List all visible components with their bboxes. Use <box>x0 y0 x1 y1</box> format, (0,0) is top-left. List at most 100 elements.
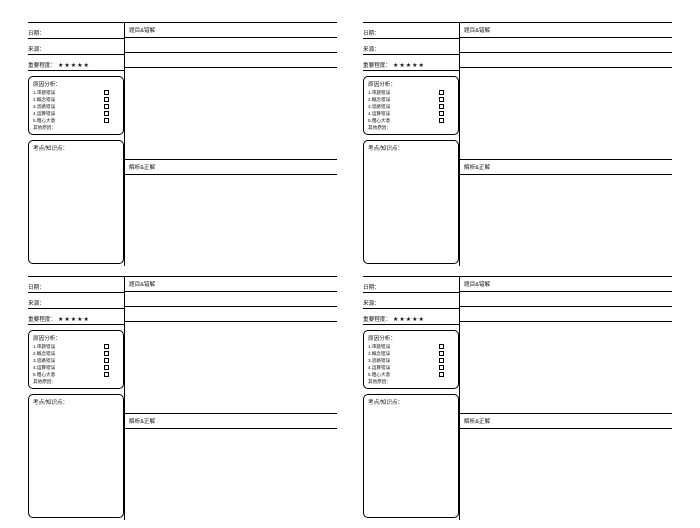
star-icon: ★ <box>58 317 63 323</box>
checkbox-icon[interactable] <box>439 90 444 95</box>
question-area <box>125 322 337 413</box>
reason-item: 3.思路错误 <box>368 103 454 110</box>
checkbox-icon[interactable] <box>104 358 109 363</box>
checkbox-icon[interactable] <box>439 111 444 116</box>
notes-title: 考点/知识点： <box>368 144 454 152</box>
reason-checklist: 1.审题错误2.概念错误3.思路错误4.运算错误5.粗心大意 <box>368 89 454 124</box>
reason-checklist: 1.审题错误2.概念错误3.思路错误4.运算错误5.粗心大意 <box>33 343 119 378</box>
date-label: 日期： <box>363 31 380 37</box>
source-label: 来源： <box>363 47 380 53</box>
reason-item: 2.概念错误 <box>368 96 454 103</box>
reason-analysis-title: 原因分析： <box>33 80 119 88</box>
reason-analysis-title: 原因分析： <box>368 80 454 88</box>
reason-analysis-panel: 原因分析：1.审题错误2.概念错误3.思路错误4.运算错误5.粗心大意其他原因： <box>28 330 124 389</box>
checkbox-icon[interactable] <box>104 365 109 370</box>
source-row: 来源： <box>363 39 459 55</box>
other-reason-label: 其他原因： <box>33 125 119 131</box>
reason-item: 5.粗心大意 <box>33 117 119 124</box>
checkbox-icon[interactable] <box>439 365 444 370</box>
importance-label: 重要程度： <box>28 317 56 323</box>
star-icon: ★ <box>84 317 89 323</box>
reason-text: 5.粗心大意 <box>33 118 55 124</box>
reason-text: 2.概念错误 <box>33 351 55 357</box>
checkbox-icon[interactable] <box>439 358 444 363</box>
star-icon: ★ <box>412 317 417 323</box>
question-area <box>460 68 672 159</box>
reason-text: 3.思路错误 <box>33 104 55 110</box>
checkbox-icon[interactable] <box>104 351 109 356</box>
importance-label: 重要程度： <box>363 317 391 323</box>
importance-row: 重要程度：★★★★★ <box>363 55 459 71</box>
checkbox-icon[interactable] <box>439 351 444 356</box>
ruled-line <box>125 38 337 53</box>
date-label: 日期： <box>28 31 45 37</box>
checkbox-icon[interactable] <box>104 372 109 377</box>
reason-item: 1.审题错误 <box>33 89 119 96</box>
reason-item: 2.概念错误 <box>368 350 454 357</box>
notes-title: 考点/知识点： <box>368 398 454 406</box>
checkbox-icon[interactable] <box>104 118 109 123</box>
importance-stars: ★★★★★ <box>58 317 89 323</box>
reason-text: 1.审题错误 <box>368 344 390 350</box>
star-icon: ★ <box>406 63 411 69</box>
importance-label: 重要程度： <box>363 63 391 69</box>
reason-text: 4.运算错误 <box>33 365 55 371</box>
star-icon: ★ <box>393 63 398 69</box>
notes-title: 考点/知识点： <box>33 398 119 406</box>
question-header: 题目&错解 <box>125 22 337 38</box>
reason-item: 1.审题错误 <box>368 89 454 96</box>
ruled-line <box>460 307 672 322</box>
solution-header-label: 解析&正解 <box>464 417 490 425</box>
reason-text: 2.概念错误 <box>368 97 390 103</box>
star-icon: ★ <box>58 63 63 69</box>
content-column: 题目&错解解析&正解 <box>124 22 337 266</box>
error-entry-block: 日期： 来源：重要程度：★★★★★ 原因分析：1.审题错误2.概念错误3.思路错误4… <box>28 22 337 266</box>
question-area <box>460 322 672 413</box>
question-header: 题目&错解 <box>125 276 337 292</box>
meta-column: 日期：来源：重要程度：★★★★★原因分析：1.审题错误2.概念错误3.思路错误4… <box>363 22 459 266</box>
reason-text: 4.运算错误 <box>33 111 55 117</box>
source-row: 来源： <box>28 293 124 309</box>
source-row: 来源： <box>28 39 124 55</box>
meta-column: 日期： 来源：重要程度：★★★★★ 原因分析：1.审题错误2.概念错误3.思路错误4… <box>28 22 124 266</box>
notes-panel: 考点/知识点： <box>363 394 459 518</box>
importance-row: 重要程度：★★★★★ <box>28 55 124 71</box>
ruled-line <box>460 53 672 68</box>
solution-header: 解析&正解 <box>460 413 672 429</box>
star-icon: ★ <box>399 317 404 323</box>
star-icon: ★ <box>406 317 411 323</box>
reason-text: 1.审题错误 <box>368 90 390 96</box>
date-row: 日期： <box>28 276 124 293</box>
reason-item: 2.概念错误 <box>33 350 119 357</box>
checkbox-icon[interactable] <box>104 104 109 109</box>
star-icon: ★ <box>419 317 424 323</box>
checkbox-icon[interactable] <box>439 97 444 102</box>
checkbox-icon[interactable] <box>104 111 109 116</box>
checkbox-icon[interactable] <box>104 344 109 349</box>
reason-text: 5.粗心大意 <box>368 372 390 378</box>
reason-item: 5.粗心大意 <box>33 371 119 378</box>
reason-checklist: 1.审题错误2.概念错误3.思路错误4.运算错误5.粗心大意 <box>33 89 119 124</box>
star-icon: ★ <box>77 317 82 323</box>
reason-text: 4.运算错误 <box>368 111 390 117</box>
reason-analysis-panel: 原因分析：1.审题错误2.概念错误3.思路错误4.运算错误5.粗心大意其他原因： <box>28 76 124 135</box>
checkbox-icon[interactable] <box>104 90 109 95</box>
checkbox-icon[interactable] <box>439 372 444 377</box>
question-header-label: 题目&错解 <box>464 280 490 288</box>
checkbox-icon[interactable] <box>439 104 444 109</box>
other-reason-label: 其他原因： <box>33 379 119 385</box>
error-entry-block: 日期：来源：重要程度：★★★★★原因分析：1.审题错误2.概念错误3.思路错误4… <box>363 276 672 520</box>
checkbox-icon[interactable] <box>439 344 444 349</box>
importance-row: 重要程度：★★★★★ <box>28 309 124 325</box>
reason-item: 2.概念错误 <box>33 96 119 103</box>
checkbox-icon[interactable] <box>104 97 109 102</box>
other-reason-label: 其他原因： <box>368 125 454 131</box>
checkbox-icon[interactable] <box>439 118 444 123</box>
solution-area <box>125 175 337 266</box>
question-header-label: 题目&错解 <box>129 26 155 34</box>
notes-panel: 考点/知识点： <box>363 140 459 264</box>
ruled-line <box>460 38 672 53</box>
reason-text: 3.思路错误 <box>368 104 390 110</box>
reason-item: 5.粗心大意 <box>368 117 454 124</box>
content-column: 题目&错解解析&正解 <box>124 276 337 520</box>
